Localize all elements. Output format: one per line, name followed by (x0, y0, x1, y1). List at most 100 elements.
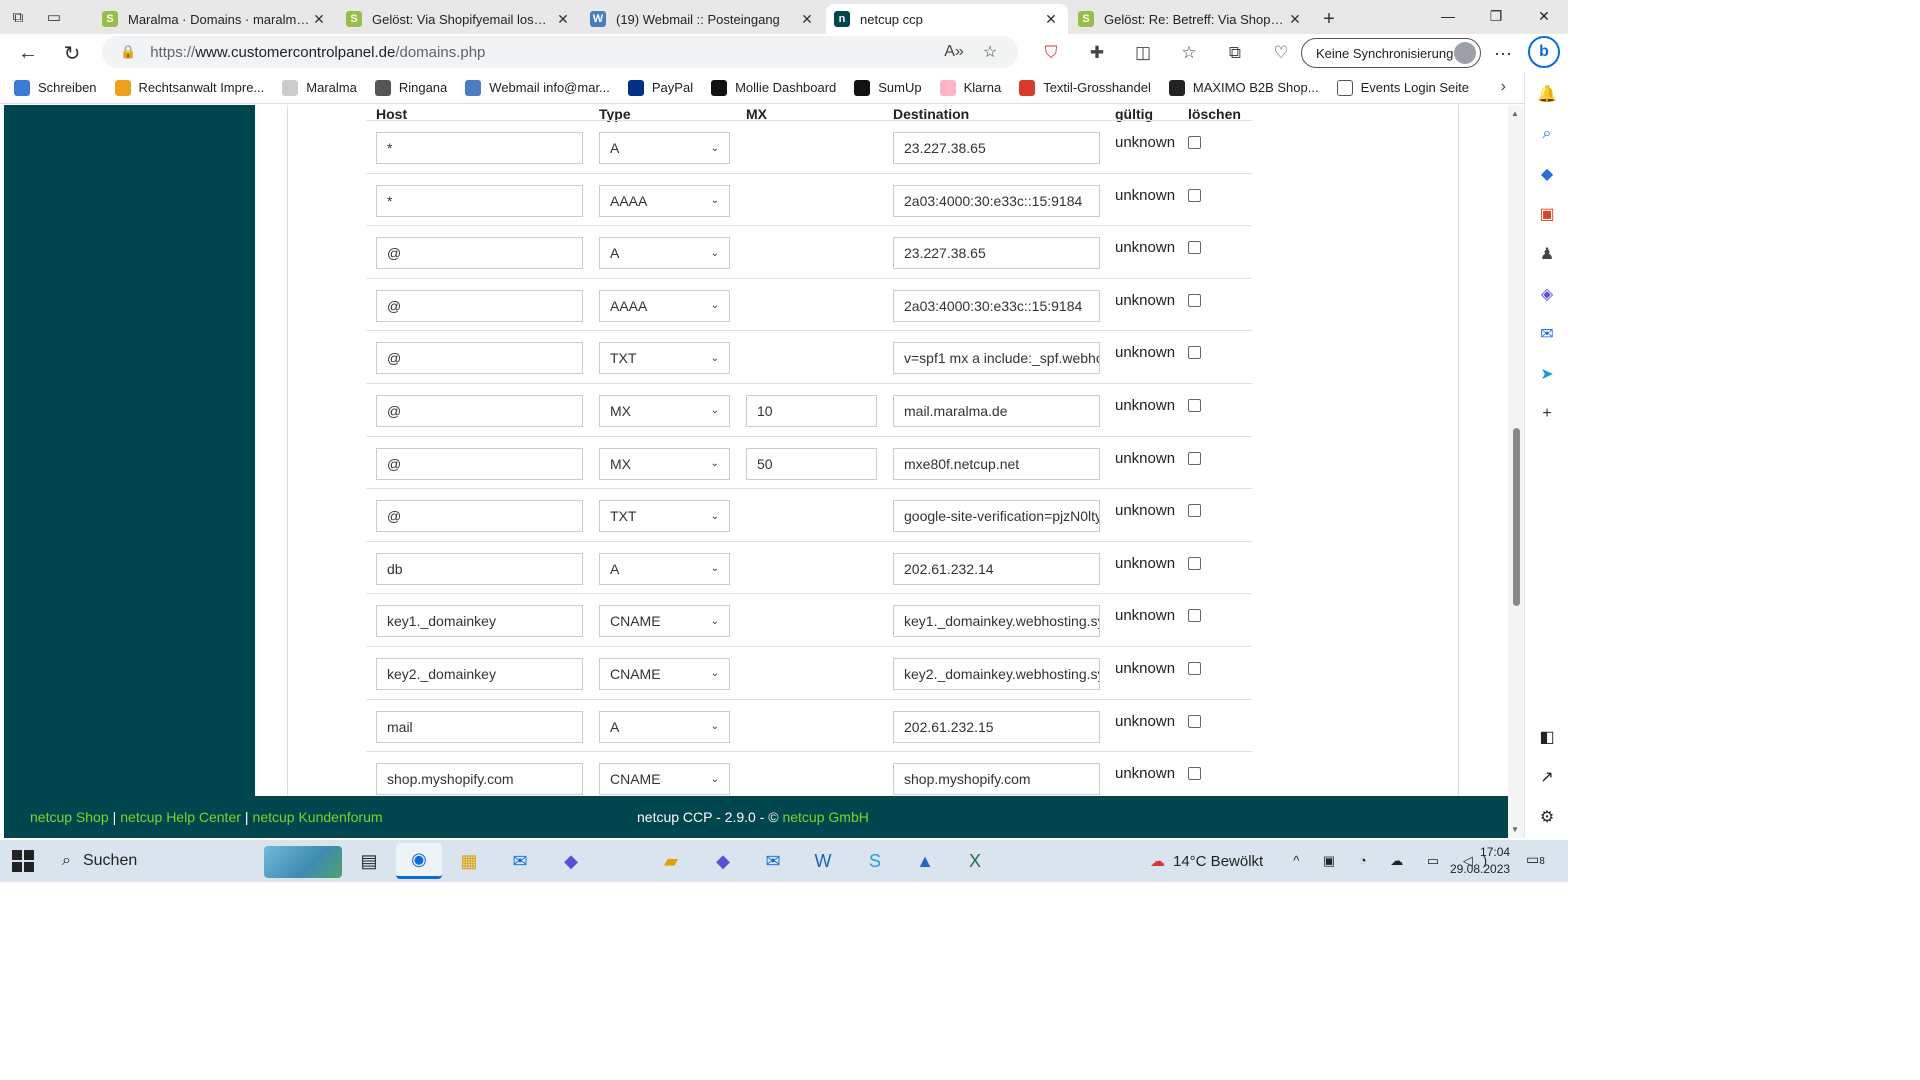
split-screen-icon[interactable]: ◫ (1120, 43, 1166, 63)
clock[interactable]: 17:04 29.08.2023 (1450, 844, 1510, 878)
close-tab-icon[interactable]: ✕ (798, 11, 816, 28)
delete-checkbox[interactable] (1188, 188, 1201, 202)
host-input[interactable]: @ (376, 342, 583, 375)
skype-app-icon[interactable]: S (852, 843, 898, 879)
bookmark-item[interactable]: Mollie Dashboard (711, 79, 836, 96)
extensions-icon[interactable]: ✚ (1074, 43, 1120, 63)
mail-app-icon[interactable]: ✉ (497, 843, 543, 879)
taskbar-search[interactable]: ⌕ Suchen (50, 840, 342, 882)
host-input[interactable]: @ (376, 394, 583, 427)
close-window-button[interactable]: ✕ (1520, 0, 1568, 32)
host-input[interactable]: @ (376, 237, 583, 270)
destination-input[interactable]: google-site-verification=pjzN0lty (893, 500, 1100, 533)
mx-priority-input[interactable]: 10 (746, 394, 877, 427)
delete-checkbox[interactable] (1188, 136, 1201, 149)
bookmark-item[interactable]: Schreiben (14, 79, 97, 96)
file-explorer-icon[interactable]: ▰ (648, 843, 694, 879)
task-view-icon[interactable]: ▤ (346, 843, 392, 879)
office-icon[interactable]: ◈ (1525, 274, 1569, 314)
games-icon[interactable]: ♟ (1525, 234, 1569, 274)
host-input[interactable]: db (376, 552, 583, 585)
browser-essentials-icon[interactable]: ♡ (1258, 43, 1304, 63)
url-text[interactable]: https://www.customercontrolpanel.de/doma… (150, 44, 936, 61)
host-input[interactable]: @ (376, 500, 583, 533)
tab-4[interactable]: S Gelöst: Re: Betreff: Via Shopifyemail✕ (1070, 4, 1312, 34)
close-tab-icon[interactable]: ✕ (1286, 11, 1304, 28)
host-input[interactable]: shop.myshopify.com (376, 763, 583, 796)
back-button[interactable]: ← (6, 35, 50, 71)
copilot-icon[interactable]: b (1528, 36, 1560, 68)
outlook-icon[interactable]: ✉ (1525, 314, 1569, 354)
destination-input[interactable]: 2a03:4000:30:e33c::15:9184 (893, 184, 1100, 217)
bookmark-item[interactable]: MAXIMO B2B Shop... (1168, 79, 1319, 96)
bell-icon[interactable]: 🔔 (1525, 74, 1569, 114)
bookmark-item[interactable]: SumUp (854, 79, 922, 96)
delete-checkbox[interactable] (1188, 241, 1201, 255)
host-input[interactable]: * (376, 132, 583, 164)
destination-input[interactable]: 2a03:4000:30:e33c::15:9184 (893, 289, 1100, 322)
photos-app-icon[interactable]: ▲ (902, 843, 948, 879)
mx-priority-input[interactable]: 50 (746, 447, 877, 480)
type-select[interactable]: A ⌄ (599, 237, 730, 270)
type-select[interactable]: A ⌄ (599, 710, 730, 743)
delete-checkbox[interactable] (1188, 398, 1201, 412)
destination-input[interactable]: key2._domainkey.webhosting.sy (893, 657, 1100, 690)
bookmark-item[interactable]: PayPal (627, 79, 693, 96)
tools-icon[interactable]: ▣ (1525, 194, 1569, 234)
store-app-icon[interactable]: ▦ (446, 843, 492, 879)
sync-profile-button[interactable]: Keine Synchronisierung (1301, 38, 1481, 68)
maximize-button[interactable]: ❐ (1472, 0, 1520, 32)
host-input[interactable]: @ (376, 447, 583, 480)
notification-icon[interactable]: ▭8 (1526, 851, 1545, 868)
delete-checkbox[interactable] (1188, 504, 1201, 518)
weather-icon[interactable]: ☁ (1150, 852, 1165, 870)
delete-checkbox[interactable] (1188, 714, 1201, 728)
page-scrollbar[interactable]: ▲ ▼ (1508, 105, 1524, 838)
close-tab-icon[interactable]: ✕ (554, 11, 572, 28)
type-select[interactable]: MX ⌄ (599, 394, 730, 427)
minimize-button[interactable]: — (1424, 0, 1472, 32)
destination-input[interactable]: 202.61.232.15 (893, 710, 1100, 743)
footer-link-shop[interactable]: netcup Shop (30, 809, 109, 825)
tab-2[interactable]: W (19) Webmail :: Posteingang ✕ (582, 4, 824, 34)
reload-button[interactable]: ↻ (50, 35, 94, 71)
read-aloud-icon[interactable]: A» (936, 43, 972, 61)
favorite-star-icon[interactable]: ☆ (972, 42, 1008, 62)
type-select[interactable]: A ⌄ (599, 552, 730, 585)
bookmark-item[interactable]: Ringana (374, 79, 447, 96)
workspaces-icon[interactable]: ⧉ (0, 0, 36, 34)
type-select[interactable]: TXT ⌄ (599, 500, 730, 533)
search-icon[interactable]: ⌕ (1525, 114, 1569, 154)
windows-start-icon[interactable] (12, 850, 34, 872)
type-select[interactable]: CNAME ⌄ (599, 605, 730, 638)
destination-input[interactable]: mxe80f.netcup.net (893, 447, 1100, 480)
host-input[interactable]: * (376, 184, 583, 217)
chevron-right-icon[interactable]: › (1501, 78, 1506, 96)
bookmark-item[interactable]: Maralma (282, 79, 357, 96)
type-select[interactable]: A ⌄ (599, 132, 730, 164)
delete-checkbox[interactable] (1188, 346, 1201, 360)
tab-0[interactable]: S Maralma · Domains · maralma.de ✕ (94, 4, 336, 34)
destination-input[interactable]: 23.227.38.65 (893, 237, 1100, 270)
destination-input[interactable]: mail.maralma.de (893, 394, 1100, 427)
type-select[interactable]: TXT ⌄ (599, 342, 730, 375)
collections-icon[interactable]: ⧉ (1212, 43, 1258, 63)
delete-checkbox[interactable] (1188, 451, 1201, 465)
destination-input[interactable]: shop.myshopify.com (893, 763, 1100, 796)
delete-checkbox[interactable] (1188, 609, 1201, 623)
bookmark-item[interactable]: Rechtsanwalt Impre... (114, 79, 264, 96)
lock-icon[interactable]: 🔒 (120, 44, 136, 60)
outlook-app-icon[interactable]: ✉ (750, 843, 796, 879)
bookmark-item[interactable]: Klarna (939, 79, 1001, 96)
copilot-app-icon[interactable]: ◆ (548, 843, 594, 879)
delete-checkbox[interactable] (1188, 767, 1201, 781)
tab-3[interactable]: n netcup ccp ✕ (826, 4, 1068, 34)
shopping-tag-icon[interactable]: ◆ (1525, 154, 1569, 194)
destination-input[interactable]: 23.227.38.65 (893, 132, 1100, 164)
external-link-icon[interactable]: ↗ (1525, 757, 1569, 797)
delete-checkbox[interactable] (1188, 293, 1201, 307)
sidebar-toggle-icon[interactable]: ◧ (1525, 717, 1569, 757)
footer-link-forum[interactable]: netcup Kundenforum (253, 809, 383, 825)
edge-app-icon[interactable]: ◉ (396, 843, 442, 879)
bookmark-item[interactable]: Textil-Grosshandel (1019, 79, 1151, 96)
